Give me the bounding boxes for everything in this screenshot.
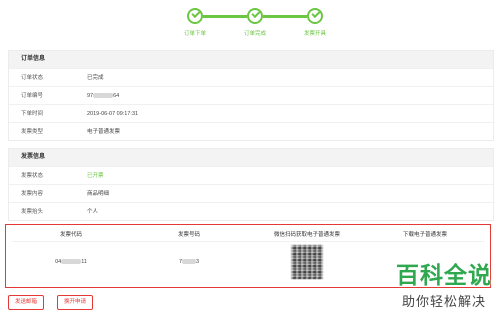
- order-info-panel: 订单信息 订单状态 已完成 订单编号 97 64 下单时间 2019-06-07 …: [8, 50, 494, 141]
- row-key: 发票抬头: [21, 209, 44, 215]
- invoice-code-suffix: 11: [81, 259, 87, 265]
- invoice-number-cell: 73: [130, 259, 248, 265]
- step-order-complete: 订单完成: [235, 8, 275, 37]
- watermark-brand: 百科全说: [396, 262, 492, 288]
- check-icon: [247, 8, 263, 24]
- invoice-code-cell: 04 11: [12, 259, 130, 265]
- column-header: 发票号码: [177, 232, 200, 238]
- info-row: 发票内容 商品明细: [9, 184, 493, 202]
- column-header: 发票代码: [59, 232, 82, 238]
- redacted-mask: [93, 93, 114, 99]
- info-row: 发票类型 电子普通发票: [9, 122, 493, 140]
- info-row: 订单状态 已完成: [9, 68, 493, 86]
- order-number-suffix: 64: [113, 93, 120, 99]
- watermark: 百科全说 助你轻松解决: [396, 256, 492, 310]
- watermark-slogan: 助你轻松解决: [401, 294, 486, 309]
- info-row: 发票状态 已开票: [9, 166, 493, 184]
- order-number-value: 97 64: [87, 87, 119, 104]
- row-key: 发票内容: [21, 191, 44, 197]
- step-label: 订单完成: [243, 31, 266, 37]
- row-value: 商品明细: [87, 191, 110, 197]
- qr-code-image[interactable]: [291, 245, 323, 279]
- row-value: 电子普通发票: [87, 129, 121, 135]
- order-progress: 订单下单 订单完成 发票开具: [175, 8, 335, 44]
- info-row: 发票抬头 个人: [9, 202, 493, 220]
- info-row: 订单编号 97 64: [9, 86, 493, 104]
- invoice-info-panel: 发票信息 发票状态 已开票 发票内容 商品明细 发票抬头 个人: [8, 148, 494, 221]
- row-key: 发票状态: [21, 173, 44, 179]
- row-value: 个人: [87, 209, 99, 215]
- step-invoice-issued: 发票开具: [295, 8, 335, 37]
- row-value: 已完成: [87, 75, 104, 81]
- redacted-mask: [182, 259, 196, 265]
- invoice-status-value: 已开票: [87, 173, 104, 179]
- column-header: 微信扫码获取电子普通发票: [273, 232, 340, 238]
- section-title: 订单信息: [9, 51, 493, 68]
- qr-cell: [248, 245, 366, 279]
- check-icon: [187, 8, 203, 24]
- invoice-number-suffix: 3: [196, 259, 200, 265]
- row-key: 下单时间: [21, 111, 44, 117]
- row-value: 2019-06-07 09:17:31: [87, 111, 139, 117]
- row-key: 订单编号: [21, 93, 44, 99]
- column-header: 下载电子普通发票: [402, 232, 447, 238]
- section-title: 发票信息: [9, 149, 493, 166]
- row-key: 订单状态: [21, 75, 44, 81]
- check-icon: [307, 8, 323, 24]
- change-title-button[interactable]: 换开申请: [57, 295, 93, 310]
- row-key: 发票类型: [21, 129, 44, 135]
- step-label: 发票开具: [303, 31, 326, 37]
- send-email-button[interactable]: 发送邮箱: [8, 295, 44, 310]
- table-header: 发票代码 发票号码 微信扫码获取电子普通发票 下载电子普通发票: [12, 228, 484, 242]
- info-row: 下单时间 2019-06-07 09:17:31: [9, 104, 493, 122]
- step-order-placed: 订单下单: [175, 8, 215, 37]
- step-label: 订单下单: [183, 31, 206, 37]
- redacted-mask: [61, 259, 82, 265]
